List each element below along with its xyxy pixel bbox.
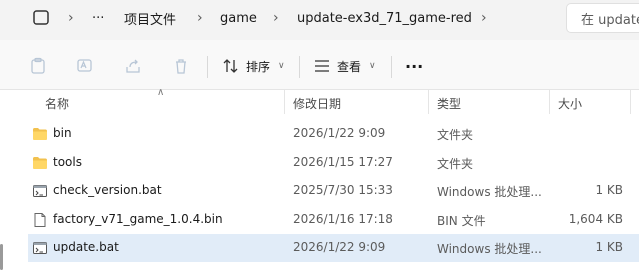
file-name: update.bat bbox=[53, 240, 119, 254]
rename-icon[interactable] bbox=[74, 55, 96, 77]
breadcrumb-item-project[interactable]: 项目文件 bbox=[124, 0, 176, 36]
column-divider[interactable] bbox=[428, 90, 429, 114]
command-bar: 排序 ∨ 查看 ∨ ··· bbox=[0, 40, 639, 90]
chevron-right-icon[interactable]: › bbox=[273, 0, 279, 36]
file-modified-date: 2026/1/22 9:09 bbox=[293, 240, 386, 254]
chevron-right-icon[interactable]: › bbox=[197, 0, 203, 36]
chevron-down-icon: ∨ bbox=[369, 61, 376, 71]
column-type[interactable]: 类型 bbox=[437, 95, 461, 112]
folder-icon bbox=[32, 126, 48, 142]
breadcrumb-more[interactable]: ··· bbox=[92, 0, 104, 36]
scroll-indicator[interactable] bbox=[0, 244, 3, 270]
sort-icon bbox=[223, 59, 238, 73]
file-row[interactable]: factory_v71_game_1.0.4.bin 2026/1/16 17:1… bbox=[28, 206, 639, 234]
column-header: ∧ 名称 修改日期 类型 大小 bbox=[0, 87, 639, 116]
file-size: 1 KB bbox=[595, 240, 623, 254]
file-icon bbox=[32, 212, 48, 228]
file-size: 1,604 KB bbox=[568, 211, 623, 226]
file-modified-date: 2026/1/15 17:27 bbox=[293, 154, 393, 169]
column-divider[interactable] bbox=[630, 90, 631, 114]
sort-button[interactable]: 排序 ∨ bbox=[222, 53, 285, 79]
file-modified-date: 2025/7/30 15:33 bbox=[293, 183, 393, 197]
file-row[interactable]: tools 2026/1/15 17:27 文件夹 bbox=[28, 149, 639, 177]
sort-ascending-icon: ∧ bbox=[157, 87, 165, 98]
file-name: check_version.bat bbox=[53, 183, 162, 197]
share-icon[interactable] bbox=[122, 55, 144, 77]
toolbar-divider bbox=[207, 56, 208, 78]
delete-icon[interactable] bbox=[170, 55, 192, 77]
file-type: Windows 批处理... bbox=[437, 185, 542, 199]
breadcrumb-item-current[interactable]: update-ex3d_71_game-red bbox=[297, 0, 472, 36]
file-type: 文件夹 bbox=[437, 128, 474, 142]
chevron-right-icon[interactable]: › bbox=[481, 0, 487, 36]
paste-icon[interactable] bbox=[27, 55, 49, 77]
file-type: 文件夹 bbox=[437, 156, 474, 171]
file-name: factory_v71_game_1.0.4.bin bbox=[53, 211, 223, 226]
column-size[interactable]: 大小 bbox=[558, 95, 582, 112]
breadcrumb-item-game[interactable]: game bbox=[220, 0, 257, 36]
view-label: 查看 bbox=[337, 59, 362, 74]
file-size: 1 KB bbox=[595, 183, 623, 197]
sort-label: 排序 bbox=[246, 59, 271, 74]
search-input[interactable]: 在 update bbox=[566, 3, 639, 33]
column-divider[interactable] bbox=[284, 90, 285, 114]
file-name: tools bbox=[53, 154, 82, 169]
view-icon bbox=[315, 60, 329, 72]
file-row[interactable]: bin 2026/1/22 9:09 文件夹 bbox=[28, 120, 639, 148]
column-name[interactable]: 名称 bbox=[45, 95, 69, 112]
column-modified[interactable]: 修改日期 bbox=[293, 95, 341, 112]
toolbar-divider bbox=[391, 56, 392, 78]
view-button[interactable]: 查看 ∨ bbox=[313, 53, 376, 79]
chevron-right-icon[interactable]: › bbox=[68, 0, 74, 36]
chevron-down-icon: ∨ bbox=[278, 61, 285, 71]
file-name: bin bbox=[53, 126, 72, 140]
file-row[interactable]: update.bat 2026/1/22 9:09 Windows 批处理... 1 … bbox=[28, 234, 639, 262]
address-bar: › ··· 项目文件 › game › update-ex3d_71_game-… bbox=[0, 0, 639, 40]
file-row[interactable]: check_version.bat 2025/7/30 15:33 Windows … bbox=[28, 177, 639, 205]
monitor-icon[interactable] bbox=[32, 0, 50, 36]
file-modified-date: 2026/1/16 17:18 bbox=[293, 211, 393, 226]
more-options-button[interactable]: ··· bbox=[405, 53, 423, 79]
file-type: Windows 批处理... bbox=[437, 242, 542, 256]
batch-file-icon bbox=[32, 240, 48, 256]
file-type: BIN 文件 bbox=[437, 213, 486, 228]
column-divider[interactable] bbox=[549, 90, 550, 114]
folder-icon bbox=[32, 155, 48, 171]
batch-file-icon bbox=[32, 183, 48, 199]
toolbar-divider bbox=[299, 56, 300, 78]
file-modified-date: 2026/1/22 9:09 bbox=[293, 126, 386, 140]
